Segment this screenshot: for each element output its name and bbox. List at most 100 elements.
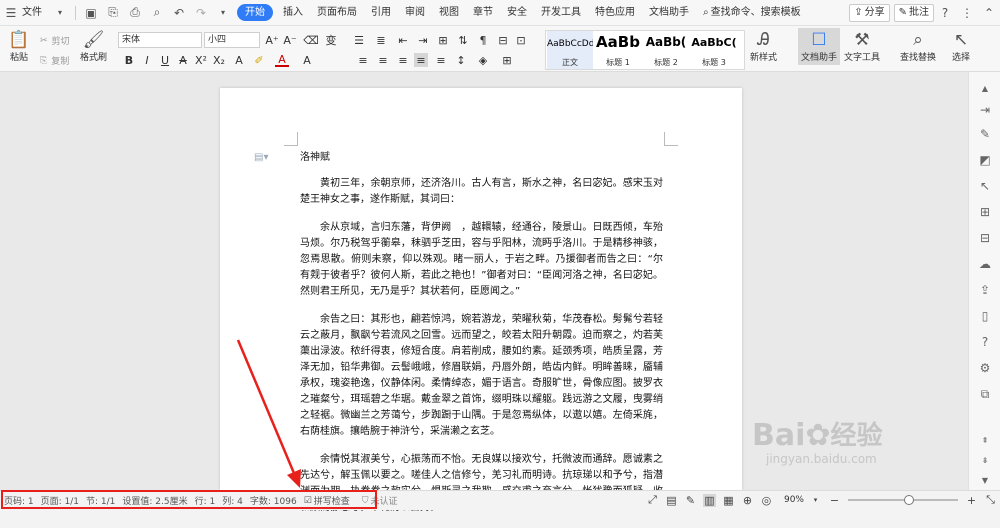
new-style-button[interactable]: Ꭿ 新样式: [750, 30, 777, 63]
shrink-font-icon[interactable]: A⁻: [283, 33, 297, 47]
phonetic-icon[interactable]: 变: [324, 33, 338, 47]
gear-icon[interactable]: ⚙: [977, 360, 993, 376]
numbered-list-icon[interactable]: ≣: [374, 33, 388, 47]
scroll-down-icon[interactable]: ▼: [977, 472, 993, 488]
zoom-in-icon[interactable]: +: [965, 494, 978, 507]
tab-doc-assistant[interactable]: 文档助手: [642, 0, 696, 26]
preview-icon[interactable]: ⌕: [149, 5, 165, 21]
hide-panel-icon[interactable]: ⇥: [977, 102, 993, 118]
save-icon[interactable]: ▣: [83, 5, 99, 21]
distributed-icon[interactable]: ≡: [434, 53, 448, 67]
style-heading1[interactable]: AaBb 标题 1: [595, 31, 641, 69]
comment-button[interactable]: ✎ 批注: [893, 4, 934, 22]
menu-file[interactable]: 文件: [22, 0, 49, 26]
copy-button[interactable]: ⎘ 复制: [40, 54, 73, 68]
style-normal[interactable]: AaBbCcDd 正文: [547, 31, 593, 69]
zoom-slider-knob[interactable]: [904, 495, 914, 505]
shapes-icon[interactable]: ◩: [977, 152, 993, 168]
cut-button[interactable]: ✂ 剪切: [40, 34, 74, 48]
tab-references[interactable]: 引用: [364, 0, 398, 26]
bold-icon[interactable]: B: [122, 53, 136, 67]
align-right-icon[interactable]: ≡: [396, 53, 410, 67]
font-size-select[interactable]: 小四: [204, 32, 260, 48]
align-left-icon[interactable]: ≡: [356, 53, 370, 67]
scroll-up-icon[interactable]: ▲: [977, 80, 993, 96]
chinese-layout-icon[interactable]: ⊞: [436, 33, 450, 47]
document-page[interactable]: ▤▾ 洛神赋 黄初三年，余朝京师，还济洛川。古人有言，斯水之神，名曰宓妃。感宋玉…: [220, 88, 742, 513]
increase-indent-icon[interactable]: ⇥: [416, 33, 430, 47]
show-marks-icon[interactable]: ¶: [476, 33, 490, 47]
copy-panel-icon[interactable]: ⧉: [977, 386, 993, 402]
justify-icon[interactable]: ≡: [414, 53, 428, 67]
italic-icon[interactable]: I: [140, 53, 154, 67]
tab-home[interactable]: 开始: [237, 4, 273, 21]
borders-icon[interactable]: ⊞: [500, 53, 514, 67]
grow-font-icon[interactable]: A⁺: [265, 33, 279, 47]
export-icon[interactable]: ⎘: [105, 5, 121, 21]
undo-icon[interactable]: ↶: [171, 5, 187, 21]
document-body[interactable]: 洛神赋 黄初三年，余朝京师，还济洛川。古人有言，斯水之神，名曰宓妃。感宋玉对楚王…: [300, 150, 663, 528]
zoom-dropdown-icon[interactable]: ▾: [809, 494, 822, 507]
zoom-out-icon[interactable]: −: [828, 494, 841, 507]
tab-review[interactable]: 审阅: [398, 0, 432, 26]
print-icon[interactable]: ⎙: [127, 5, 143, 21]
table-icon[interactable]: ⊟: [496, 33, 510, 47]
hamburger-menu-icon[interactable]: ☰: [3, 5, 19, 21]
backup-icon[interactable]: ☁: [977, 256, 993, 272]
share-button[interactable]: ⇪ 分享: [849, 4, 890, 22]
tab-page-layout[interactable]: 页面布局: [310, 0, 364, 26]
style-heading3[interactable]: AaBbC( 标题 3: [691, 31, 737, 69]
tab-features[interactable]: 特色应用: [588, 0, 642, 26]
limit-edit-icon[interactable]: ⊟: [977, 230, 993, 246]
zoom-level[interactable]: 90%: [784, 495, 804, 505]
document-icon[interactable]: ▯: [977, 308, 993, 324]
paste-button[interactable]: 📋 粘贴: [8, 30, 30, 63]
chevron-down-icon[interactable]: ▾: [52, 5, 68, 21]
line-spacing-icon[interactable]: ↕: [454, 53, 468, 67]
font-name-select[interactable]: 宋体: [118, 32, 202, 48]
table-panel-icon[interactable]: ⊞: [977, 204, 993, 220]
text-effect-icon[interactable]: A: [232, 53, 246, 67]
bullet-list-icon[interactable]: ☰: [352, 33, 366, 47]
tab-security[interactable]: 安全: [500, 0, 534, 26]
font-color-icon[interactable]: A: [275, 53, 289, 67]
shading-icon[interactable]: ◈: [476, 53, 490, 67]
chevron-down-icon[interactable]: ▾: [215, 5, 231, 21]
tab-view[interactable]: 视图: [432, 0, 466, 26]
decrease-indent-icon[interactable]: ⇤: [396, 33, 410, 47]
tab-chapter[interactable]: 章节: [466, 0, 500, 26]
paragraph-handle-icon[interactable]: ▤▾: [254, 152, 268, 163]
fit-window-icon[interactable]: ⤡: [984, 493, 997, 507]
clear-format-icon[interactable]: ⌫: [303, 33, 319, 47]
prev-page-icon[interactable]: ⇞: [977, 432, 993, 448]
select-button[interactable]: ↖ 选择: [950, 30, 972, 63]
format-painter-button[interactable]: 🖌 格式刷: [80, 30, 107, 63]
zoom-slider[interactable]: [848, 495, 958, 505]
tab-developer[interactable]: 开发工具: [534, 0, 588, 26]
doc-assistant-button[interactable]: ☐ 文档助手: [798, 28, 841, 65]
command-search[interactable]: ⌕ 查找命令、搜索模板: [696, 0, 808, 26]
more-icon[interactable]: ⋮: [959, 5, 975, 21]
next-page-icon[interactable]: ⇟: [977, 452, 993, 468]
outline-view-icon[interactable]: ▤: [665, 494, 678, 507]
web-view-icon[interactable]: ⊕: [741, 494, 754, 507]
style-heading2[interactable]: AaBb( 标题 2: [643, 31, 689, 69]
underline-icon[interactable]: U: [158, 53, 172, 67]
page-view-icon[interactable]: ▥: [702, 493, 716, 507]
superscript-icon[interactable]: X²: [194, 53, 208, 67]
subscript-icon[interactable]: X₂: [212, 53, 226, 67]
fullscreen-icon[interactable]: ⤢: [646, 493, 659, 507]
align-center-icon[interactable]: ≡: [376, 53, 390, 67]
help-panel-icon[interactable]: ?: [977, 334, 993, 350]
tab-insert[interactable]: 插入: [276, 0, 310, 26]
find-replace-button[interactable]: ⌕ 查找替换: [900, 30, 936, 63]
style-panel-icon[interactable]: ✎: [977, 126, 993, 142]
border-icon[interactable]: ⊡: [514, 33, 528, 47]
eye-protection-icon[interactable]: ◎: [760, 494, 773, 507]
edit-view-icon[interactable]: ✎: [684, 494, 697, 507]
reading-view-icon[interactable]: ▦: [722, 494, 735, 507]
help-button[interactable]: ?: [937, 5, 953, 21]
cursor-panel-icon[interactable]: ↖: [977, 178, 993, 194]
redo-icon[interactable]: ↷: [193, 5, 209, 21]
share-panel-icon[interactable]: ⇪: [977, 282, 993, 298]
